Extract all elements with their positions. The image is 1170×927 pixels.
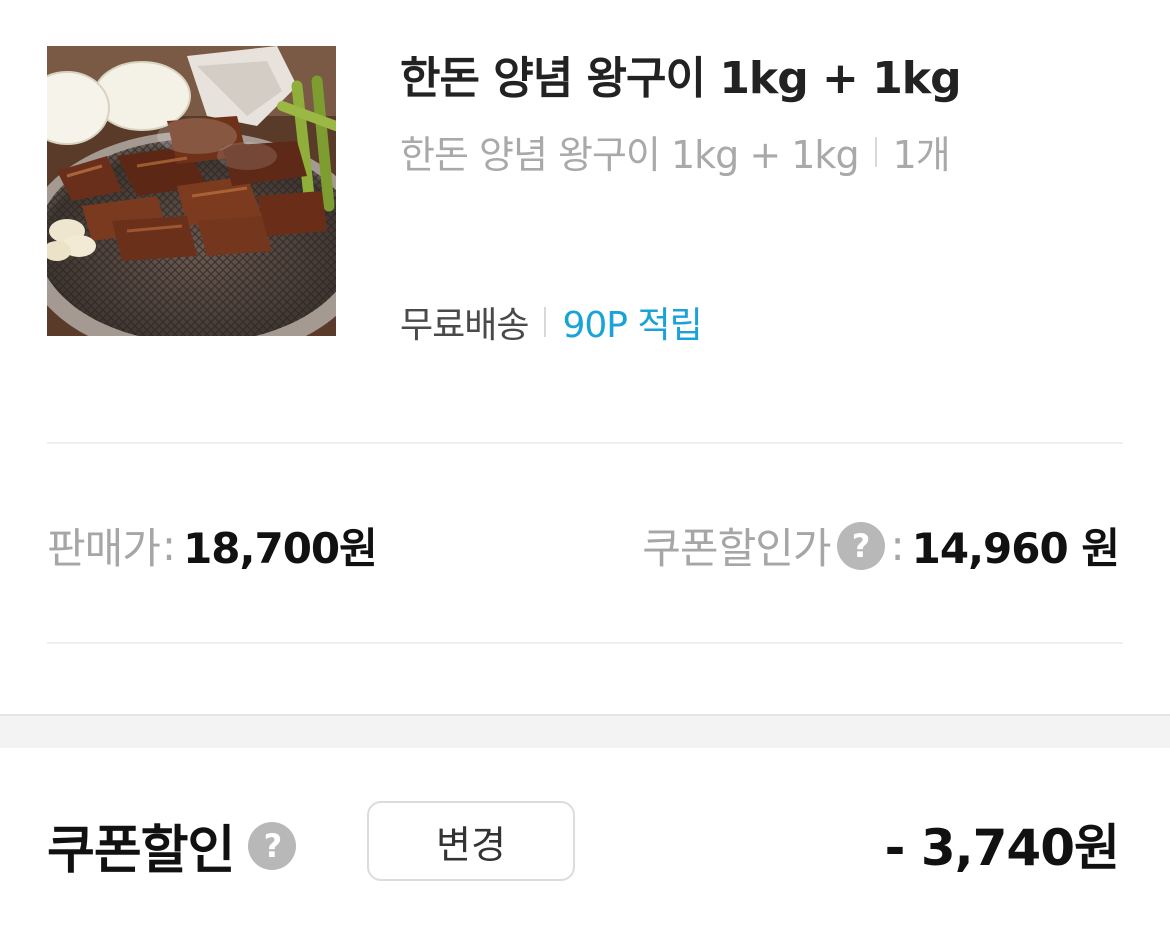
shipping-points-row: 무료배송 90P 적립 xyxy=(400,296,703,348)
coupon-discount-title: 쿠폰할인 ? xyxy=(47,808,297,883)
help-icon[interactable]: ? xyxy=(248,821,297,870)
sale-price-colon: : xyxy=(161,521,176,570)
help-icon[interactable]: ? xyxy=(836,521,885,570)
shipping-text: 무료배송 xyxy=(400,305,529,346)
change-coupon-button[interactable]: 변경 xyxy=(367,801,575,881)
divider-bottom xyxy=(47,642,1123,644)
option-name: 한돈 양념 왕구이 1kg + 1kg xyxy=(400,133,860,177)
sale-price-value: 18,700원 xyxy=(183,524,378,573)
product-option: 한돈 양념 왕구이 1kg + 1kg 1개 xyxy=(400,124,951,179)
shipping-separator xyxy=(544,307,547,337)
coupon-price-colon: : xyxy=(890,521,905,570)
coupon-discount-amount: - 3,740원 xyxy=(884,819,1120,877)
coupon-title-text: 쿠폰할인 xyxy=(47,821,235,881)
points-text: 90P 적립 xyxy=(562,305,702,346)
section-separator-band xyxy=(0,714,1170,748)
product-image[interactable] xyxy=(47,46,336,336)
sale-price-label: 판매가 xyxy=(47,524,161,573)
divider-top xyxy=(47,442,1123,444)
option-quantity: 1개 xyxy=(892,133,951,177)
coupon-price-label: 쿠폰할인가 xyxy=(642,524,831,573)
sale-price-row: 판매가 : 18,700원 xyxy=(47,515,378,576)
product-name[interactable]: 한돈 양념 왕구이 1kg + 1kg xyxy=(400,42,962,106)
coupon-price-row: 쿠폰할인가 ? : 14,960 원 xyxy=(642,515,1120,576)
option-separator xyxy=(874,136,877,167)
coupon-price-value: 14,960 원 xyxy=(911,524,1120,573)
